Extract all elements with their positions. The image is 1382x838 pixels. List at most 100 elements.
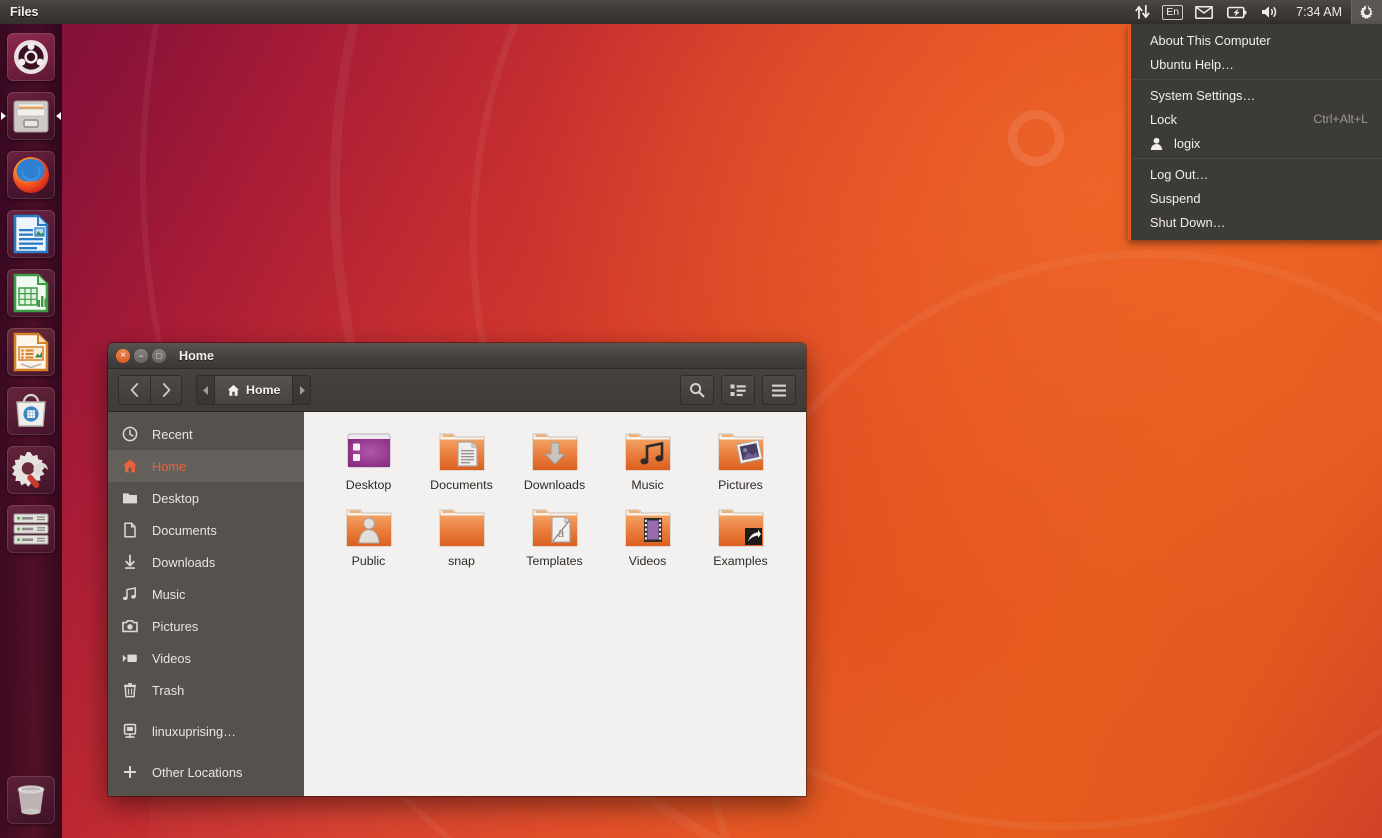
menu-item-ubuntu-help[interactable]: Ubuntu Help… xyxy=(1131,52,1382,76)
sidebar-item-documents[interactable]: Documents xyxy=(108,514,304,546)
back-button[interactable] xyxy=(119,376,150,404)
launcher-item-software-center[interactable] xyxy=(0,381,62,440)
launcher-item-files[interactable] xyxy=(0,86,62,145)
software-center-icon xyxy=(12,392,50,430)
forward-button[interactable] xyxy=(150,376,181,404)
file-item-label: Pictures xyxy=(718,478,763,492)
music-icon xyxy=(122,586,138,602)
video-icon xyxy=(122,650,152,666)
sidebar-item-label: Recent xyxy=(152,427,193,442)
menu-item-label: System Settings… xyxy=(1150,88,1255,103)
sidebar-item-music[interactable]: Music xyxy=(108,578,304,610)
folder-icon-videos xyxy=(624,504,672,550)
view-options-button[interactable] xyxy=(721,375,755,405)
messaging-icon[interactable] xyxy=(1188,0,1220,24)
maximize-icon[interactable]: □ xyxy=(152,349,166,363)
user-avatar-icon xyxy=(1150,137,1163,150)
sidebar-item-label: Desktop xyxy=(152,491,199,506)
sidebar-item-videos[interactable]: Videos xyxy=(108,642,304,674)
breadcrumb-item-home[interactable]: Home xyxy=(214,376,293,404)
panel-app-menu[interactable]: Files xyxy=(10,5,39,19)
menu-item-about-this-computer[interactable]: About This Computer xyxy=(1131,28,1382,52)
sidebar-item-trash[interactable]: Trash xyxy=(108,674,304,706)
trash-icon xyxy=(13,782,49,818)
keyboard-layout-indicator[interactable]: En xyxy=(1157,0,1188,24)
home-icon xyxy=(227,384,240,397)
folder-icon-desktop xyxy=(345,428,393,474)
file-item-downloads[interactable]: Downloads xyxy=(508,428,601,504)
libreoffice-writer-icon xyxy=(12,214,50,254)
menu-item-suspend[interactable]: Suspend xyxy=(1131,186,1382,210)
sidebar-item-pictures[interactable]: Pictures xyxy=(108,610,304,642)
folder-icon-pictures xyxy=(717,428,765,474)
sidebar-item-recent[interactable]: Recent xyxy=(108,418,304,450)
folder-icon-examples xyxy=(717,504,765,550)
window-titlebar[interactable]: × − □ Home xyxy=(108,343,806,369)
network-icon[interactable] xyxy=(1128,0,1157,24)
launcher-item-libreoffice-calc[interactable] xyxy=(0,263,62,322)
file-item-examples[interactable]: Examples xyxy=(694,504,787,580)
menu-separator xyxy=(1131,158,1382,159)
file-item-documents[interactable]: Documents xyxy=(415,428,508,504)
file-item-snap[interactable]: snap xyxy=(415,504,508,580)
servers-icon xyxy=(11,511,51,547)
close-icon[interactable]: × xyxy=(116,349,130,363)
menu-item-system-settings[interactable]: System Settings… xyxy=(1131,83,1382,107)
clock[interactable]: 7:34 AM xyxy=(1287,0,1351,24)
file-item-videos[interactable]: Videos xyxy=(601,504,694,580)
document-icon xyxy=(122,522,152,538)
battery-icon[interactable] xyxy=(1220,0,1254,24)
folder-icon-documents xyxy=(438,428,486,474)
sidebar-gap xyxy=(108,747,304,756)
volume-icon[interactable] xyxy=(1254,0,1287,24)
plus-icon xyxy=(122,764,152,780)
minimize-icon[interactable]: − xyxy=(134,349,148,363)
folder-icon-plain xyxy=(438,504,486,550)
menu-item-user[interactable]: logix xyxy=(1131,131,1382,155)
video-icon xyxy=(122,650,138,666)
launcher-item-libreoffice-writer[interactable] xyxy=(0,204,62,263)
file-item-desktop[interactable]: Desktop xyxy=(322,428,415,504)
session-indicator-menu: About This ComputerUbuntu Help… System Se… xyxy=(1128,24,1382,240)
file-item-public[interactable]: Public xyxy=(322,504,415,580)
launcher-item-servers[interactable] xyxy=(0,499,62,558)
launcher-item-libreoffice-impress[interactable] xyxy=(0,322,62,381)
breadcrumb-scroll-right-icon[interactable] xyxy=(293,376,310,404)
launcher-item-ubuntu-dash[interactable] xyxy=(0,27,62,86)
file-grid: Desktop Documents Downloads xyxy=(304,412,806,796)
file-item-pictures[interactable]: Pictures xyxy=(694,428,787,504)
menu-item-lock[interactable]: LockCtrl+Alt+L xyxy=(1131,107,1382,131)
launcher-item-trash[interactable] xyxy=(0,770,62,829)
sidebar-item-home[interactable]: Home xyxy=(108,450,304,482)
launcher-item-firefox[interactable] xyxy=(0,145,62,204)
download-icon xyxy=(122,554,138,570)
menu-button[interactable] xyxy=(762,375,796,405)
file-item-label: Examples xyxy=(713,554,767,568)
gear-icon[interactable] xyxy=(1351,0,1382,24)
sidebar-item-label: linuxuprising… xyxy=(152,724,236,739)
sidebar-item-label: Documents xyxy=(152,523,217,538)
clock-icon xyxy=(122,426,138,442)
file-item-music[interactable]: Music xyxy=(601,428,694,504)
menu-item-label: Suspend xyxy=(1150,191,1201,206)
sidebar-item-other-locations[interactable]: Other Locations xyxy=(108,756,304,788)
unity-launcher xyxy=(0,24,62,838)
launcher-item-system-settings[interactable] xyxy=(0,440,62,499)
document-icon xyxy=(122,522,138,538)
breadcrumb-scroll-left-icon[interactable] xyxy=(197,376,214,404)
plus-icon xyxy=(122,764,138,780)
menu-item-log-out[interactable]: Log Out… xyxy=(1131,162,1382,186)
file-item-templates[interactable]: a Templates xyxy=(508,504,601,580)
hamburger-menu-icon xyxy=(771,384,787,397)
folder-icon xyxy=(122,490,138,506)
sidebar-item-label: Pictures xyxy=(152,619,198,634)
folder-icon-videos xyxy=(624,504,672,550)
menu-item-shut-down[interactable]: Shut Down… xyxy=(1131,210,1382,234)
sidebar-item-linuxuprising[interactable]: linuxuprising… xyxy=(108,715,304,747)
sidebar-item-downloads[interactable]: Downloads xyxy=(108,546,304,578)
folder-icon-public xyxy=(345,504,393,550)
folder-icon-downloads xyxy=(531,428,579,474)
search-button[interactable] xyxy=(680,375,714,405)
sidebar-item-desktop[interactable]: Desktop xyxy=(108,482,304,514)
file-item-label: snap xyxy=(448,554,475,568)
